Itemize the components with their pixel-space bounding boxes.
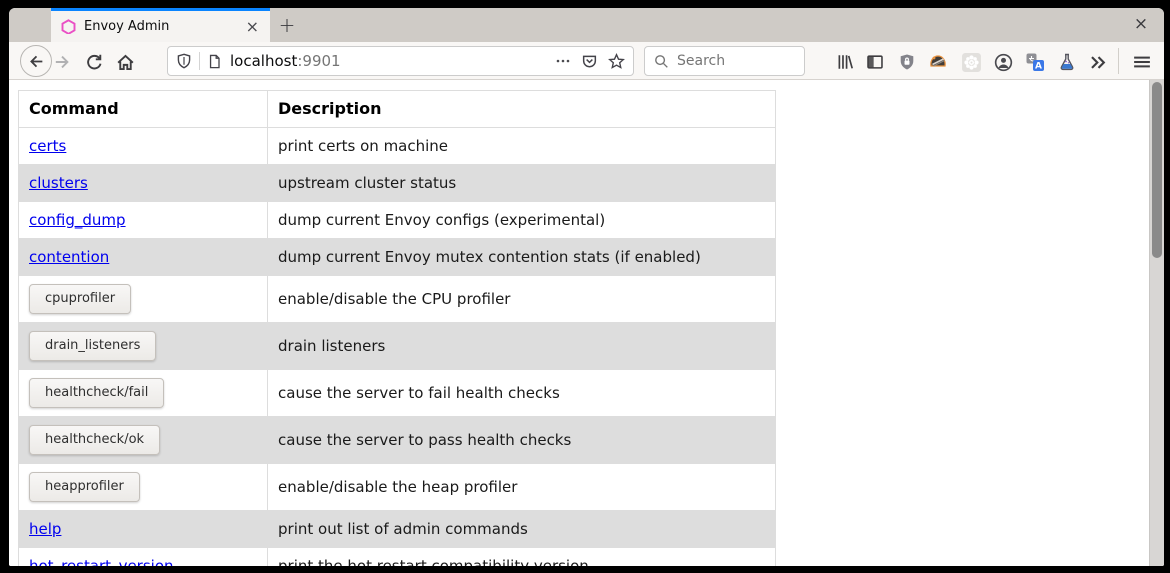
new-tab-button[interactable]: + bbox=[272, 11, 302, 41]
command-column-header: Command bbox=[19, 91, 268, 128]
table-row: cpuprofiler enable/disable the CPU profi… bbox=[19, 276, 776, 323]
table-row: drain_listeners drain listeners bbox=[19, 323, 776, 370]
privacy-extension-button[interactable] bbox=[927, 51, 949, 73]
command-description: print the hot restart compatibility vers… bbox=[268, 548, 776, 567]
reload-icon bbox=[85, 53, 103, 71]
home-button[interactable] bbox=[114, 51, 136, 73]
url-port: :9901 bbox=[297, 52, 340, 70]
shield-lock-extension-button[interactable] bbox=[896, 51, 918, 73]
sidebar-button[interactable] bbox=[864, 51, 886, 73]
tab-bar: Envoy Admin × + × bbox=[9, 8, 1164, 42]
double-chevron-icon bbox=[1089, 53, 1108, 72]
toolbar-divider bbox=[1118, 48, 1119, 74]
table-row: healthcheck/ok cause the server to pass … bbox=[19, 417, 776, 464]
command-description: upstream cluster status bbox=[268, 165, 776, 202]
search-bar[interactable] bbox=[644, 46, 805, 76]
back-arrow-icon bbox=[28, 53, 45, 70]
command-button[interactable]: drain_listeners bbox=[29, 331, 156, 361]
forward-arrow-icon bbox=[53, 53, 71, 71]
url-bar[interactable]: localhost:9901 bbox=[167, 46, 634, 76]
search-icon bbox=[654, 54, 669, 69]
command-button[interactable]: healthcheck/fail bbox=[29, 378, 164, 408]
admin-commands-table: Command Description certs print certs on… bbox=[18, 90, 776, 566]
table-row: clusters upstream cluster status bbox=[19, 165, 776, 202]
account-button[interactable] bbox=[992, 51, 1014, 73]
library-icon bbox=[836, 53, 854, 71]
overflow-menu-button[interactable] bbox=[1087, 51, 1109, 73]
svg-text:A: A bbox=[1035, 62, 1042, 72]
hamburger-icon bbox=[1133, 53, 1151, 71]
tab-title: Envoy Admin bbox=[84, 19, 243, 34]
page-content: Command Description certs print certs on… bbox=[9, 80, 1149, 566]
forward-button bbox=[51, 51, 73, 73]
shield-lock-icon bbox=[898, 53, 916, 71]
scrollbar-thumb[interactable] bbox=[1152, 82, 1162, 258]
translate-extension-button[interactable]: A bbox=[1024, 51, 1046, 73]
table-row: contention dump current Envoy mutex cont… bbox=[19, 239, 776, 276]
command-link[interactable]: hot_restart_version bbox=[29, 557, 174, 566]
command-button[interactable]: healthcheck/ok bbox=[29, 425, 160, 455]
tracking-shield-icon bbox=[176, 53, 192, 69]
browser-window: Envoy Admin × + × bbox=[9, 8, 1164, 566]
table-row: hot_restart_version print the hot restar… bbox=[19, 548, 776, 567]
command-link[interactable]: clusters bbox=[29, 174, 88, 192]
command-description: drain listeners bbox=[268, 323, 776, 370]
sidebar-icon bbox=[866, 53, 884, 71]
url-host: localhost bbox=[230, 52, 297, 70]
command-description: print out list of admin commands bbox=[268, 511, 776, 548]
vertical-scrollbar[interactable] bbox=[1149, 80, 1164, 566]
command-description: print certs on machine bbox=[268, 128, 776, 165]
envoy-favicon-icon bbox=[61, 19, 76, 34]
tab-close-icon[interactable]: × bbox=[243, 19, 262, 35]
navigation-toolbar: localhost:9901 bbox=[9, 42, 1164, 80]
account-icon bbox=[994, 53, 1013, 72]
urlbar-divider bbox=[199, 52, 200, 70]
raccoon-extension-icon bbox=[928, 52, 948, 72]
tab-envoy-admin[interactable]: Envoy Admin × bbox=[51, 8, 270, 42]
command-description: enable/disable the CPU profiler bbox=[268, 276, 776, 323]
table-row: heapprofiler enable/disable the heap pro… bbox=[19, 464, 776, 511]
back-button[interactable] bbox=[20, 45, 52, 77]
command-description: cause the server to fail health checks bbox=[268, 370, 776, 417]
table-row: help print out list of admin commands bbox=[19, 511, 776, 548]
flower-extension-button[interactable] bbox=[960, 51, 982, 73]
home-icon bbox=[116, 53, 135, 72]
command-description: cause the server to pass health checks bbox=[268, 417, 776, 464]
flask-icon bbox=[1057, 52, 1077, 72]
reload-button[interactable] bbox=[83, 51, 105, 73]
description-column-header: Description bbox=[268, 91, 776, 128]
experiments-extension-button[interactable] bbox=[1056, 51, 1078, 73]
search-input[interactable] bbox=[677, 53, 787, 69]
pocket-icon[interactable] bbox=[581, 53, 598, 70]
menu-button[interactable] bbox=[1131, 51, 1153, 73]
window-close-icon[interactable]: × bbox=[1128, 8, 1154, 42]
table-row: certs print certs on machine bbox=[19, 128, 776, 165]
table-header-row: Command Description bbox=[19, 91, 776, 128]
command-button[interactable]: heapprofiler bbox=[29, 472, 140, 502]
table-row: config_dump dump current Envoy configs (… bbox=[19, 202, 776, 239]
translate-icon: A bbox=[1025, 52, 1045, 72]
command-description: dump current Envoy configs (experimental… bbox=[268, 202, 776, 239]
url-text[interactable]: localhost:9901 bbox=[230, 52, 555, 70]
command-description: dump current Envoy mutex contention stat… bbox=[268, 239, 776, 276]
bookmark-star-icon[interactable] bbox=[608, 53, 625, 70]
command-link[interactable]: certs bbox=[29, 137, 66, 155]
command-button[interactable]: cpuprofiler bbox=[29, 284, 131, 314]
page-info-icon[interactable] bbox=[207, 54, 222, 69]
page-actions-dots-icon[interactable] bbox=[555, 53, 571, 69]
table-row: healthcheck/fail cause the server to fai… bbox=[19, 370, 776, 417]
command-description: enable/disable the heap profiler bbox=[268, 464, 776, 511]
library-button[interactable] bbox=[834, 51, 856, 73]
command-link[interactable]: config_dump bbox=[29, 211, 126, 229]
flower-extension-icon bbox=[961, 52, 982, 73]
command-link[interactable]: help bbox=[29, 520, 61, 538]
command-link[interactable]: contention bbox=[29, 248, 109, 266]
